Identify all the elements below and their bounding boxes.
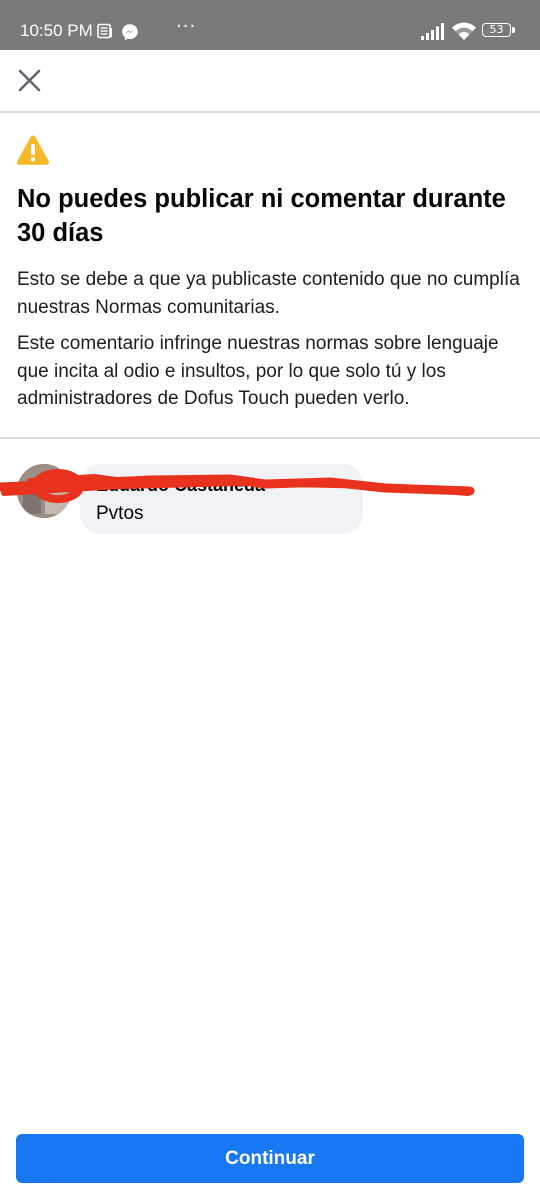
section-divider — [0, 437, 540, 439]
comment-text: Pvtos — [96, 503, 144, 524]
messenger-icon — [122, 24, 138, 41]
screen: 10:50 PM ··· 53 No puedes publicar ni co… — [0, 0, 540, 1200]
explanation-text: Esto se debe a que ya publicaste conteni… — [17, 269, 520, 318]
battery-tip — [512, 27, 515, 33]
battery-level: 53 — [482, 23, 511, 37]
battery-icon: 53 — [482, 23, 516, 39]
page-title: No puedes publicar ni comentar durante 3… — [17, 185, 506, 247]
status-bar: 10:50 PM ··· 53 — [0, 0, 540, 50]
more-dots-icon: ··· — [176, 16, 197, 37]
signal-icon — [421, 23, 444, 40]
violation-detail-text: Este comentario infringe nuestras normas… — [17, 333, 499, 409]
status-time: 10:50 PM — [20, 21, 93, 40]
close-button[interactable] — [10, 60, 50, 100]
wifi-icon — [452, 22, 476, 40]
continue-button[interactable]: Continuar — [16, 1134, 524, 1183]
warning-icon — [17, 135, 49, 165]
comment-author: Eduardo Castañeda — [96, 475, 266, 495]
avatar-photo — [17, 464, 71, 518]
close-icon — [18, 69, 41, 92]
avatar — [17, 464, 71, 518]
top-bar — [0, 50, 540, 113]
news-icon — [97, 23, 112, 39]
